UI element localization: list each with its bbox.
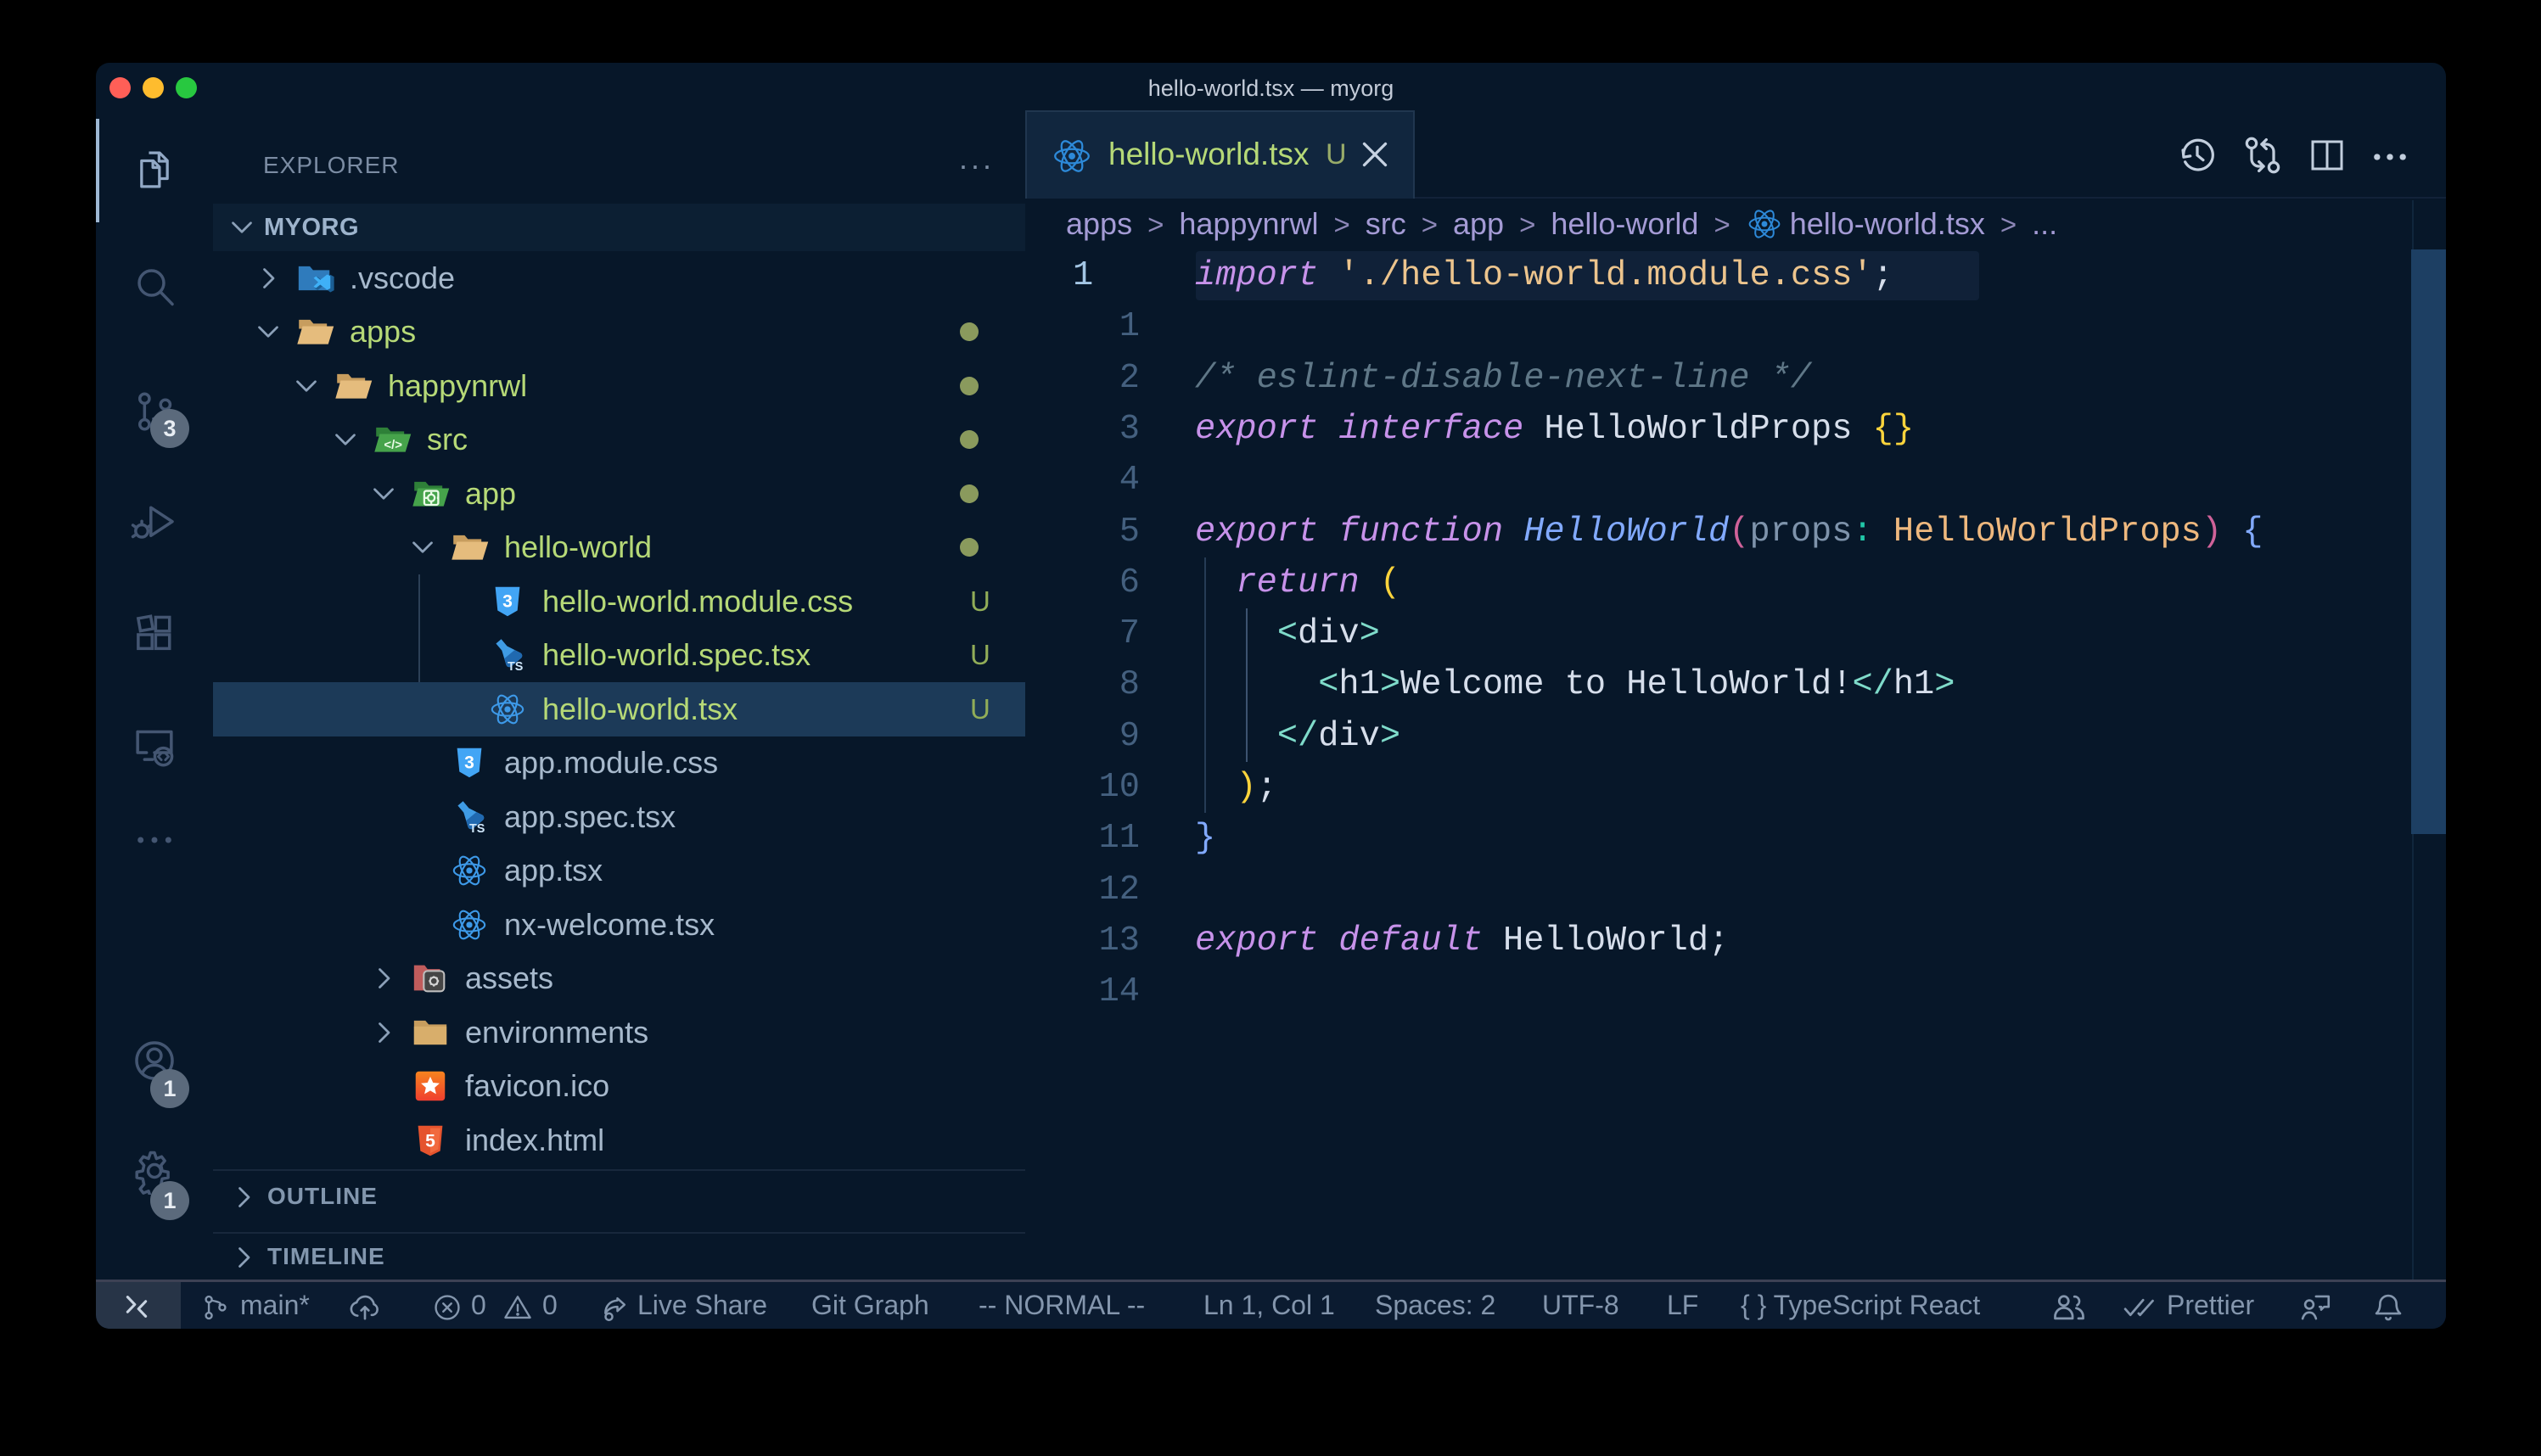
svg-text:</>: </> [384, 438, 402, 452]
svg-text:3: 3 [464, 753, 474, 773]
svg-text:TS: TS [469, 822, 485, 836]
svg-text:3: 3 [502, 592, 513, 612]
svg-text:TS: TS [508, 660, 524, 674]
svg-text:5: 5 [425, 1132, 435, 1151]
